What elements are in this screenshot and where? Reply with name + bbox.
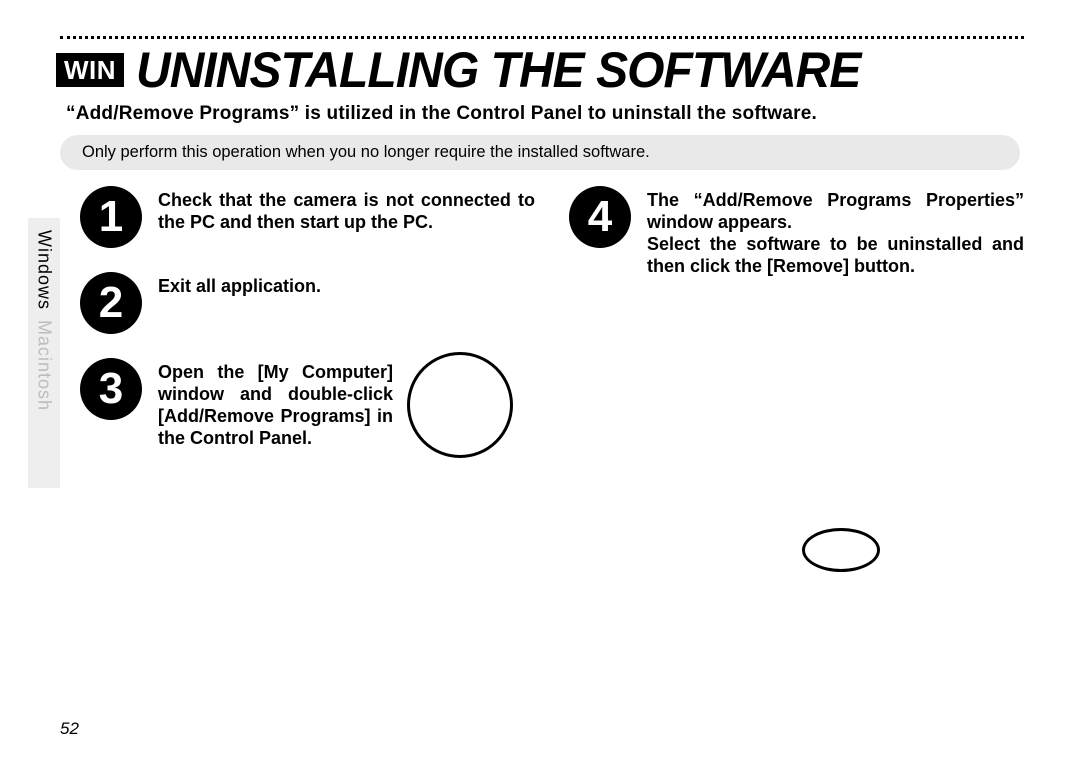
step-text-1: Check that the camera is not connected t… xyxy=(158,186,535,234)
heading-row: WIN UNINSTALLING THE SOFTWARE xyxy=(56,45,1024,95)
step-text-4: The “Add/Remove Programs Properties” win… xyxy=(647,186,1024,278)
step-4: 4 The “Add/Remove Programs Properties” w… xyxy=(569,186,1024,278)
step-2: 2 Exit all application. xyxy=(80,272,535,334)
step-text-3: Open the [My Computer] window and double… xyxy=(158,358,393,450)
left-column: 1 Check that the camera is not connected… xyxy=(80,186,535,482)
tab-windows: Windows xyxy=(34,230,55,310)
right-column: 4 The “Add/Remove Programs Properties” w… xyxy=(569,186,1024,482)
step-text-2: Exit all application. xyxy=(158,272,535,298)
step-number-3: 3 xyxy=(80,358,142,420)
manual-page: Windows Macintosh WIN UNINSTALLING THE S… xyxy=(0,0,1080,765)
step-1: 1 Check that the camera is not connected… xyxy=(80,186,535,248)
subtitle: “Add/Remove Programs” is utilized in the… xyxy=(66,103,1024,125)
step-number-4: 4 xyxy=(569,186,631,248)
page-number: 52 xyxy=(60,719,79,739)
page-title: UNINSTALLING THE SOFTWARE xyxy=(136,45,860,95)
divider-dotted xyxy=(60,36,1024,39)
content-columns: 1 Check that the camera is not connected… xyxy=(56,186,1024,482)
tab-macintosh: Macintosh xyxy=(34,320,55,411)
win-badge: WIN xyxy=(56,53,124,87)
circle-icon xyxy=(407,352,513,458)
step-number-2: 2 xyxy=(80,272,142,334)
note-text: Only perform this operation when you no … xyxy=(82,143,650,161)
step-3: 3 Open the [My Computer] window and doub… xyxy=(80,358,535,458)
note-bar: Only perform this operation when you no … xyxy=(60,135,1020,170)
ellipse-icon xyxy=(802,528,880,572)
step-number-1: 1 xyxy=(80,186,142,248)
